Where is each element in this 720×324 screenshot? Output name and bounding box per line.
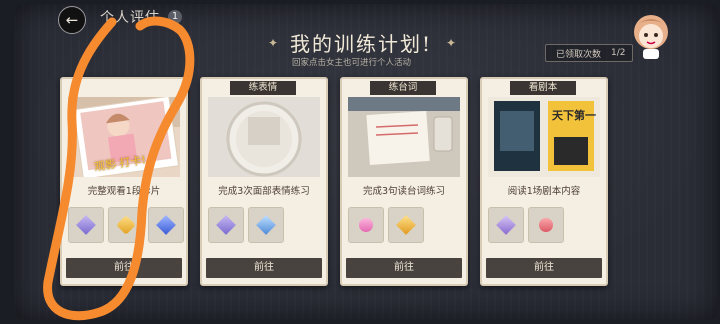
task-card-lines[interactable]: 练台词 完成3句读台词练习 前往 [340,77,468,286]
expression-photo [208,97,320,177]
sparkle-icon: ✦ [446,36,457,50]
reward-item[interactable] [108,207,144,243]
task-description: 完成3句读台词练习 [362,186,446,197]
claimed-label: 已领取次数 [556,49,602,60]
page-title: 个人评估 [100,10,160,26]
reward-item[interactable] [528,207,564,243]
goto-button[interactable]: 前往 [486,258,602,278]
gold-gem-icon [396,215,416,235]
back-arrow-icon[interactable]: ← [58,6,86,34]
card-tag: 练台词 [370,81,436,95]
diamond-icon [216,215,236,235]
reward-item[interactable] [248,207,284,243]
crystal-icon [156,215,176,235]
reward-list [208,207,284,243]
pink-orb-icon [356,215,376,235]
reward-item[interactable] [488,207,524,243]
reward-item[interactable] [68,207,104,243]
photo-caption: 天下第一 [552,109,596,122]
plan-subtitle: 回家点击女主也可进行个人活动 [292,58,412,68]
info-badge[interactable]: 1 [168,10,182,24]
reward-item[interactable] [148,207,184,243]
reward-list [68,207,184,243]
claimed-counter: 已领取次数 1/2 [545,44,633,62]
task-card-script[interactable]: 看剧本 天下第一 阅读1场剧本内容 前往 [480,77,608,286]
movie-photo: 观影 打卡! [68,97,180,177]
reward-item[interactable] [388,207,424,243]
chibi-mascot-icon[interactable] [630,12,672,60]
task-description: 完整观看1段影片 [87,186,161,197]
reward-list [348,207,424,243]
reward-item[interactable] [348,207,384,243]
goto-button[interactable]: 前往 [206,258,322,278]
task-card-expression[interactable]: 练表情 完成3次面部表情练习 前往 [200,77,328,286]
script-photo: 天下第一 [488,97,600,177]
plan-title: 我的训练计划! [290,32,433,56]
goto-button[interactable]: 前往 [66,258,182,278]
card-tag: 看剧本 [510,81,576,95]
gold-token-icon [116,215,136,235]
heart-orb-icon [536,215,556,235]
snowflake-icon [256,215,276,235]
goto-button[interactable]: 前往 [346,258,462,278]
reward-item[interactable] [208,207,244,243]
task-card-movie[interactable]: 观影 打卡! 完整观看1段影片 前往 [60,77,188,286]
task-description: 完成3次面部表情练习 [218,186,310,197]
sparkle-icon: ✦ [268,36,279,50]
diamond-icon [496,215,516,235]
diamond-icon [76,215,96,235]
reward-list [488,207,564,243]
lines-photo [348,97,460,177]
claimed-value: 1/2 [611,48,626,58]
card-tag: 练表情 [230,81,296,95]
task-description: 阅读1场剧本内容 [507,186,581,197]
